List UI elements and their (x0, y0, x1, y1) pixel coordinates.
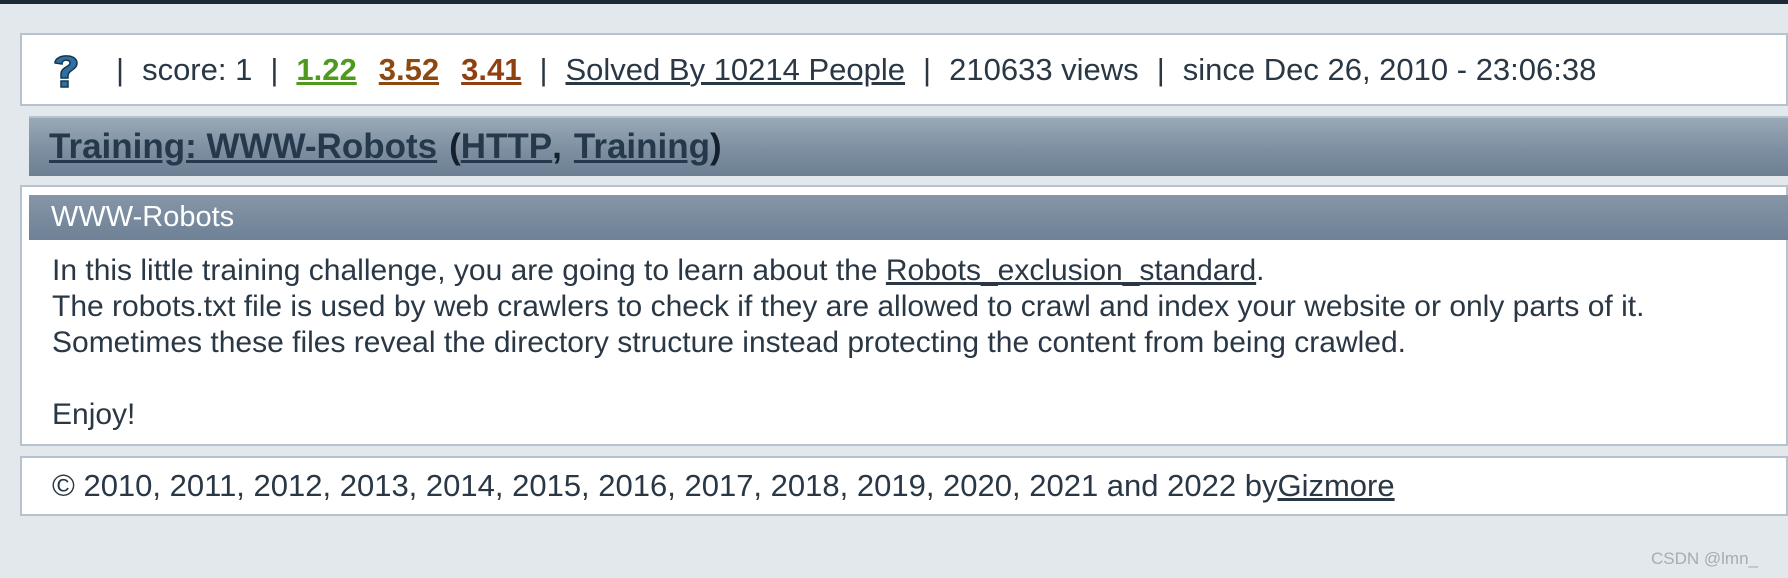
vote-fun-link[interactable]: 3.41 (461, 52, 521, 88)
question-mark-icon[interactable] (52, 51, 80, 89)
author-link[interactable]: Gizmore (1277, 468, 1394, 504)
line1-text: In this little training challenge, you a… (52, 254, 886, 287)
tag-training-link[interactable]: Training (574, 127, 710, 167)
paren-close: ) (710, 127, 722, 166)
copyright-footer: © 2010, 2011, 2012, 2013, 2014, 2015, 20… (20, 456, 1788, 516)
description-line-4: Enjoy! (52, 398, 136, 431)
vote-difficulty-link[interactable]: 1.22 (296, 52, 356, 88)
paren-open: ( (449, 127, 461, 166)
description-body: In this little training challenge, you a… (52, 253, 1644, 433)
challenge-description-box: WWW-Robots In this little training chall… (20, 185, 1788, 446)
separator: | (539, 51, 548, 87)
tag-http-link[interactable]: HTTP (461, 127, 552, 167)
challenge-stats-bar: | score: 1 | 1.22 3.52 3.41 | Solved By … (20, 33, 1788, 106)
copyright-text: © 2010, 2011, 2012, 2013, 2014, 2015, 20… (52, 468, 1278, 503)
separator: | (923, 51, 932, 87)
line1-period: . (1256, 254, 1265, 287)
score-text: score: 1 (142, 51, 253, 87)
vote-education-link[interactable]: 3.52 (379, 52, 439, 88)
top-border (0, 0, 1788, 4)
separator: | (1156, 51, 1165, 87)
description-line-2: The robots.txt file is used by web crawl… (52, 290, 1645, 323)
watermark-text: CSDN @lmn_ (1651, 549, 1758, 568)
description-header: WWW-Robots (29, 195, 1788, 240)
separator: | (116, 51, 125, 87)
robots-exclusion-link[interactable]: Robots_exclusion_standard (886, 254, 1256, 287)
challenge-title-link[interactable]: Training: WWW-Robots (49, 127, 437, 167)
solved-by-link[interactable]: Solved By 10214 People (566, 52, 906, 88)
tag-comma: , (552, 127, 562, 166)
separator: | (270, 51, 279, 87)
description-line-3: Sometimes these files reveal the directo… (52, 326, 1406, 359)
since-date: since Dec 26, 2010 - 23:06:38 (1182, 51, 1597, 87)
challenge-title-bar: Training: WWW-Robots ( HTTP , Training ) (29, 116, 1788, 176)
views-count: 210633 views (949, 51, 1139, 87)
description-line-1: In this little training challenge, you a… (52, 253, 1644, 289)
